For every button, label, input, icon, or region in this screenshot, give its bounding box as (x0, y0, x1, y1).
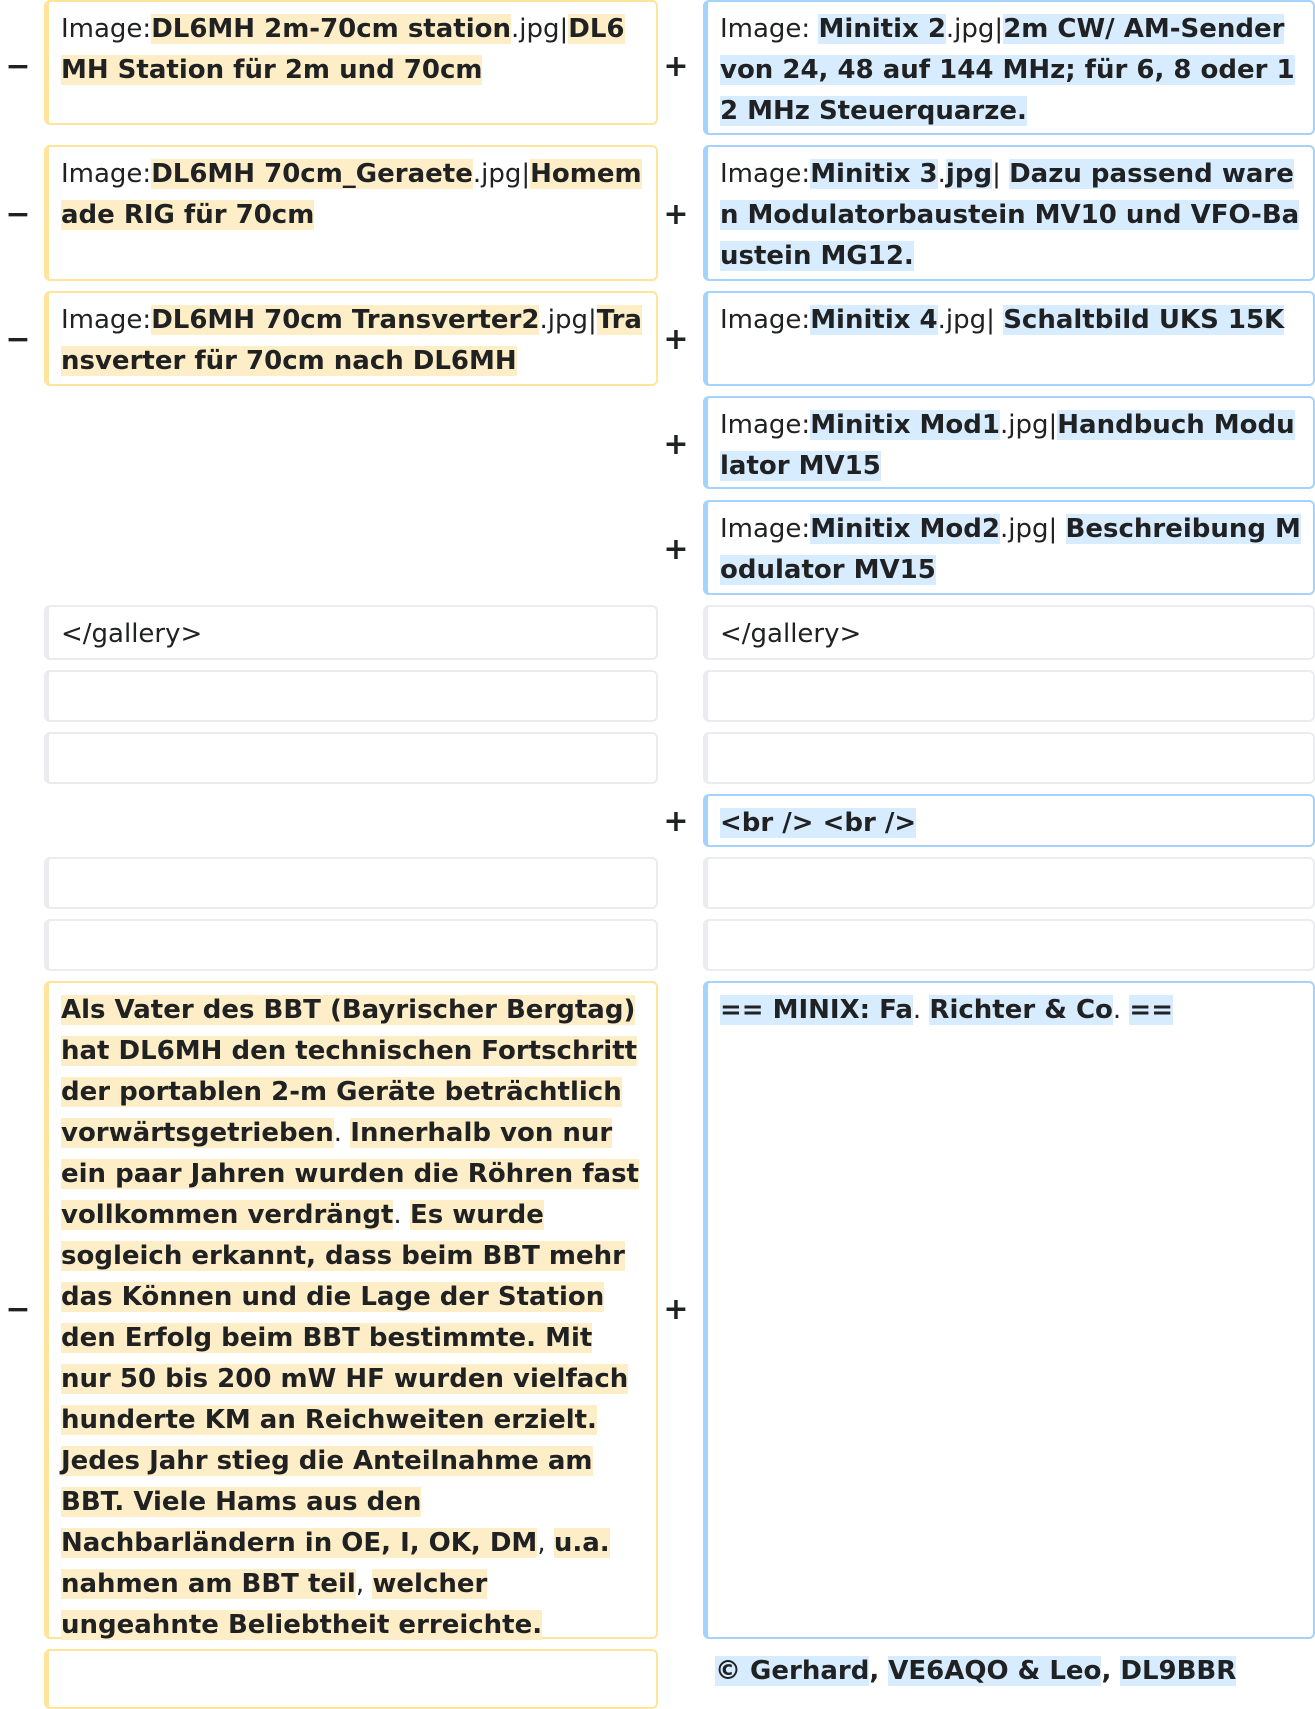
text: .jpg| (472, 159, 531, 189)
changed-text: DL6MH 70cm Transverter2 (151, 305, 540, 335)
removed-line-paragraph: Als Vater des BBT (Bayrischer Bergtag) h… (44, 981, 658, 1640)
changed-text: DL6MH 2m-70cm station (151, 14, 511, 44)
changed-text: Schaltbild UKS 15K (1003, 305, 1285, 335)
text: .jpg| (945, 14, 1004, 44)
text: .jpg| (1000, 514, 1066, 544)
removed-line-marker: − (5, 49, 31, 84)
added-line-marker: + (663, 322, 689, 357)
added-line-gallery-item-2: Image:Minitix 3.jpg| Dazu passend waren … (703, 145, 1315, 281)
removed-line-marker: − (5, 322, 31, 357)
text: , (1101, 1656, 1121, 1686)
changed-text: jpg (945, 159, 993, 189)
added-line-gallery-item-5: Image:Minitix Mod2.jpg| Beschreibung Mod… (703, 500, 1315, 595)
added-line-marker: + (663, 49, 689, 84)
context-line-empty (44, 919, 658, 971)
removed-line-gallery-item-1: Image:DL6MH 2m-70cm station.jpg|DL6MH St… (44, 0, 658, 125)
text: Image: (720, 305, 811, 335)
added-line-marker: + (663, 804, 689, 839)
context-line-gallery-close: </gallery> (44, 605, 658, 660)
changed-text: Minitix 3 (810, 159, 938, 189)
changed-text: == (1129, 995, 1173, 1025)
text: </gallery> (61, 619, 203, 649)
text: .jpg| (1000, 410, 1058, 440)
changed-text: VE6AQO & Leo (888, 1656, 1102, 1686)
text: . (1112, 995, 1130, 1025)
text: Image: (720, 514, 811, 544)
removed-line-gallery-item-3: Image:DL6MH 70cm Transverter2.jpg|Transv… (44, 291, 658, 386)
changed-text: == MINIX: Fa (720, 995, 913, 1025)
text: , (537, 1528, 554, 1558)
context-line-empty (703, 670, 1315, 722)
added-line-gallery-item-3: Image:Minitix 4.jpg| Schaltbild UKS 15K (703, 291, 1315, 386)
context-line-empty (703, 732, 1315, 784)
text: .jpg| (511, 14, 569, 44)
changed-text: DL9BBR (1120, 1656, 1237, 1686)
added-line-gallery-item-4: Image:Minitix Mod1.jpg|Handbuch Modulato… (703, 396, 1315, 489)
changed-text: Minitix Mod1 (810, 410, 1000, 440)
changed-text: <br /> <br /> (720, 808, 917, 838)
context-line-empty (44, 857, 658, 909)
text: , (869, 1656, 889, 1686)
added-line-br: <br /> <br /> (703, 794, 1315, 847)
text: | (992, 159, 1010, 189)
added-line-copyright: © Gerhard, VE6AQO & Leo, DL9BBR (703, 1649, 1315, 1709)
added-line-minix-heading: == MINIX: Fa. Richter & Co. == (703, 981, 1315, 1639)
changed-text: DL6MH 70cm_Geraete (151, 159, 473, 189)
text: .jpg| (937, 305, 1004, 335)
context-line-empty (44, 732, 658, 784)
added-line-gallery-item-1: Image: Minitix 2.jpg|2m CW/ AM-Sender vo… (703, 0, 1315, 135)
text: Image: (61, 159, 152, 189)
changed-text: Es wurde sogleich erkannt, dass beim BBT… (61, 1200, 629, 1558)
text: Image: (61, 14, 152, 44)
text: </gallery> (720, 619, 862, 649)
text: Image: (720, 159, 811, 189)
text: . (393, 1200, 410, 1230)
text: Image: (720, 14, 819, 44)
changed-text: Minitix 4 (810, 305, 938, 335)
added-line-marker: + (663, 197, 689, 232)
text: .jpg| (539, 305, 597, 335)
added-line-marker: + (663, 427, 689, 462)
removed-line-marker: − (5, 1292, 31, 1327)
context-line-empty (703, 857, 1315, 909)
context-line-gallery-close: </gallery> (703, 605, 1315, 660)
removed-line-empty (44, 1649, 658, 1709)
added-line-marker: + (663, 532, 689, 567)
changed-text: Minitix 2 (818, 14, 946, 44)
text: . (937, 159, 946, 189)
changed-text: © Gerhard (715, 1656, 870, 1686)
added-line-marker: + (663, 1292, 689, 1327)
context-line-empty (44, 670, 658, 722)
text: Image: (720, 410, 811, 440)
text: . (912, 995, 930, 1025)
context-line-empty (703, 919, 1315, 971)
removed-line-gallery-item-2: Image:DL6MH 70cm_Geraete.jpg|Homemade RI… (44, 145, 658, 281)
text: Image: (61, 305, 152, 335)
removed-line-marker: − (5, 197, 31, 232)
changed-text: Richter & Co (929, 995, 1113, 1025)
text: . (333, 1118, 351, 1148)
changed-text: Minitix Mod2 (810, 514, 1000, 544)
text: , (355, 1569, 373, 1599)
